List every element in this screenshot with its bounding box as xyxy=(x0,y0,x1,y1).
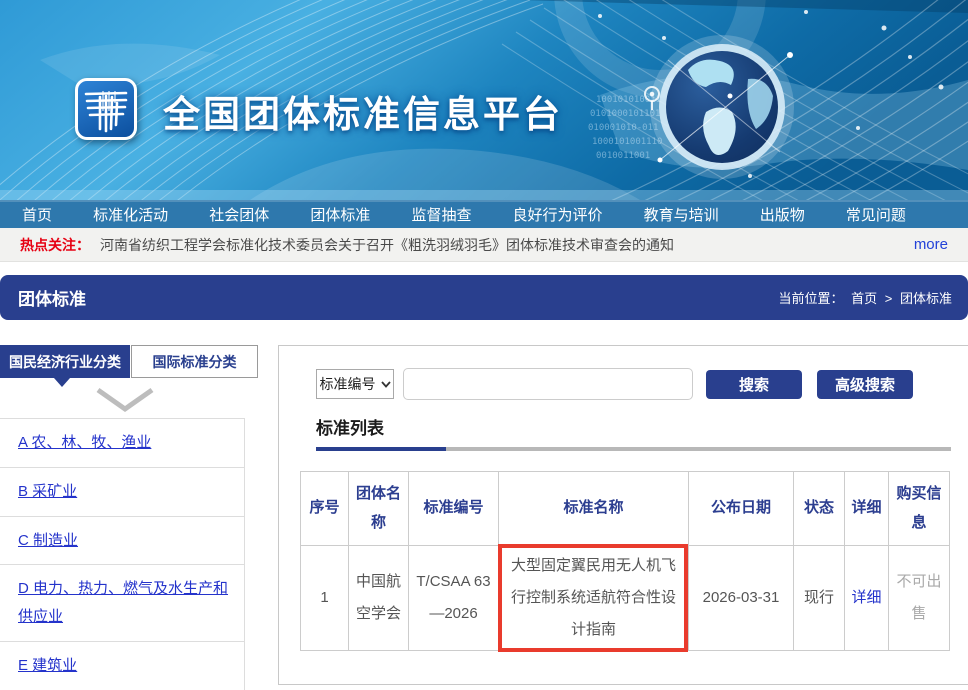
hot-topic-label: 热点关注： xyxy=(20,235,90,255)
header-name: 标准名称 xyxy=(499,472,689,546)
nav-item-standardization-activities[interactable]: 标准化活动 xyxy=(93,204,168,225)
category-link-d[interactable]: D 电力、热力、燃气及水生产和供应业 xyxy=(18,580,228,625)
main-nav: 首页 标准化活动 社会团体 团体标准 监督抽查 良好行为评价 教育与培训 出版物… xyxy=(0,200,968,228)
more-link[interactable]: more xyxy=(914,236,948,253)
header-org: 团体名称 xyxy=(349,472,409,546)
cell-standard-name: 大型固定翼民用无人机飞行控制系统适航符合性设计指南 xyxy=(499,546,689,651)
nav-item-faq[interactable]: 常见问题 xyxy=(846,204,906,225)
cell-code: T/CSAA 63—2026 xyxy=(409,546,499,651)
nav-item-education[interactable]: 教育与培训 xyxy=(644,204,719,225)
chevron-down-icon xyxy=(95,387,155,413)
list-title: 标准列表 xyxy=(316,414,384,439)
list-item: E 建筑业 xyxy=(0,641,244,690)
platform-logo[interactable] xyxy=(75,78,137,140)
cell-seq: 1 xyxy=(301,546,349,651)
cell-status: 现行 xyxy=(794,546,845,651)
list-title-underline xyxy=(446,447,951,451)
search-type-value: 标准编号 xyxy=(320,374,376,394)
tab-national-economy-classification[interactable]: 国民经济行业分类 xyxy=(0,345,130,378)
category-link-c[interactable]: C 制造业 xyxy=(18,532,78,549)
nav-item-group-standards[interactable]: 团体标准 xyxy=(310,204,370,225)
category-list: A 农、林、牧、渔业 B 采矿业 C 制造业 D 电力、热力、燃气及水生产和供应… xyxy=(0,418,245,690)
category-link-a[interactable]: A 农、林、牧、渔业 xyxy=(18,434,151,451)
list-item: D 电力、热力、燃气及水生产和供应业 xyxy=(0,564,244,641)
category-link-b[interactable]: B 采矿业 xyxy=(18,483,77,500)
active-tab-pointer xyxy=(54,378,70,387)
header-seq: 序号 xyxy=(301,472,349,546)
svg-text:010001010-011: 010001010-011 xyxy=(588,123,658,133)
breadcrumb-home-link[interactable]: 首页 xyxy=(851,291,877,306)
standards-panel: 标准编号 搜索 高级搜索 标准列表 序号 团体名称 标准编号 标准名称 公布日期… xyxy=(278,345,968,685)
table-header-row: 序号 团体名称 标准编号 标准名称 公布日期 状态 详细 购买信息 xyxy=(301,472,950,546)
nav-item-publications[interactable]: 出版物 xyxy=(760,204,805,225)
search-input[interactable] xyxy=(403,368,693,400)
nav-item-supervision[interactable]: 监督抽查 xyxy=(411,204,471,225)
breadcrumb-label: 当前位置： xyxy=(778,291,843,306)
header-status: 状态 xyxy=(794,472,845,546)
cell-date: 2026-03-31 xyxy=(689,546,794,651)
advanced-search-button[interactable]: 高级搜索 xyxy=(817,370,913,399)
header-banner: 100101010011 0101000101101 010001010-011… xyxy=(0,0,968,200)
hot-topic-news-link[interactable]: 河南省纺织工程学会标准化技术委员会关于召开《粗洗羽绒羽毛》团体标准技术审查会的通… xyxy=(100,235,914,255)
purchase-status: 不可出售 xyxy=(896,573,941,622)
nav-item-home[interactable]: 首页 xyxy=(22,204,52,225)
breadcrumb: 当前位置： 首页 > 团体标准 xyxy=(776,288,954,307)
header-code: 标准编号 xyxy=(409,472,499,546)
standards-table: 序号 团体名称 标准编号 标准名称 公布日期 状态 详细 购买信息 1 中国航空… xyxy=(300,471,950,651)
list-item: A 农、林、牧、渔业 xyxy=(0,418,244,467)
nav-item-social-organizations[interactable]: 社会团体 xyxy=(209,204,269,225)
tab-international-classification[interactable]: 国际标准分类 xyxy=(131,345,258,378)
category-link-e[interactable]: E 建筑业 xyxy=(18,657,77,674)
breadcrumb-current: 团体标准 xyxy=(900,291,952,306)
header-detail: 详细 xyxy=(845,472,889,546)
nav-item-good-practice[interactable]: 良好行为评价 xyxy=(513,204,603,225)
list-item: C 制造业 xyxy=(0,516,244,565)
header-date: 公布日期 xyxy=(689,472,794,546)
cell-org: 中国航空学会 xyxy=(349,546,409,651)
header-purchase: 购买信息 xyxy=(889,472,950,546)
search-type-select[interactable]: 标准编号 xyxy=(316,369,394,399)
list-item: B 采矿业 xyxy=(0,467,244,516)
search-button[interactable]: 搜索 xyxy=(706,370,802,399)
select-caret-icon xyxy=(381,381,391,388)
svg-text:0010011001: 0010011001 xyxy=(596,151,650,161)
table-row: 1 中国航空学会 T/CSAA 63—2026 大型固定翼民用无人机飞行控制系统… xyxy=(301,546,950,651)
detail-link[interactable]: 详细 xyxy=(851,589,881,606)
svg-text:1000101001110: 1000101001110 xyxy=(592,137,662,147)
cell-detail: 详细 xyxy=(845,546,889,651)
page-title: 团体标准 xyxy=(18,285,86,310)
svg-text:0101000101101: 0101000101101 xyxy=(590,109,660,119)
section-header-bar: 团体标准 当前位置： 首页 > 团体标准 xyxy=(0,275,968,320)
breadcrumb-separator: > xyxy=(885,291,893,306)
hot-topic-bar: 热点关注： 河南省纺织工程学会标准化技术委员会关于召开《粗洗羽绒羽毛》团体标准技… xyxy=(0,228,968,262)
site-title: 全国团体标准信息平台 xyxy=(163,84,563,138)
cell-purchase: 不可出售 xyxy=(889,546,950,651)
list-title-underline-accent xyxy=(316,447,446,451)
